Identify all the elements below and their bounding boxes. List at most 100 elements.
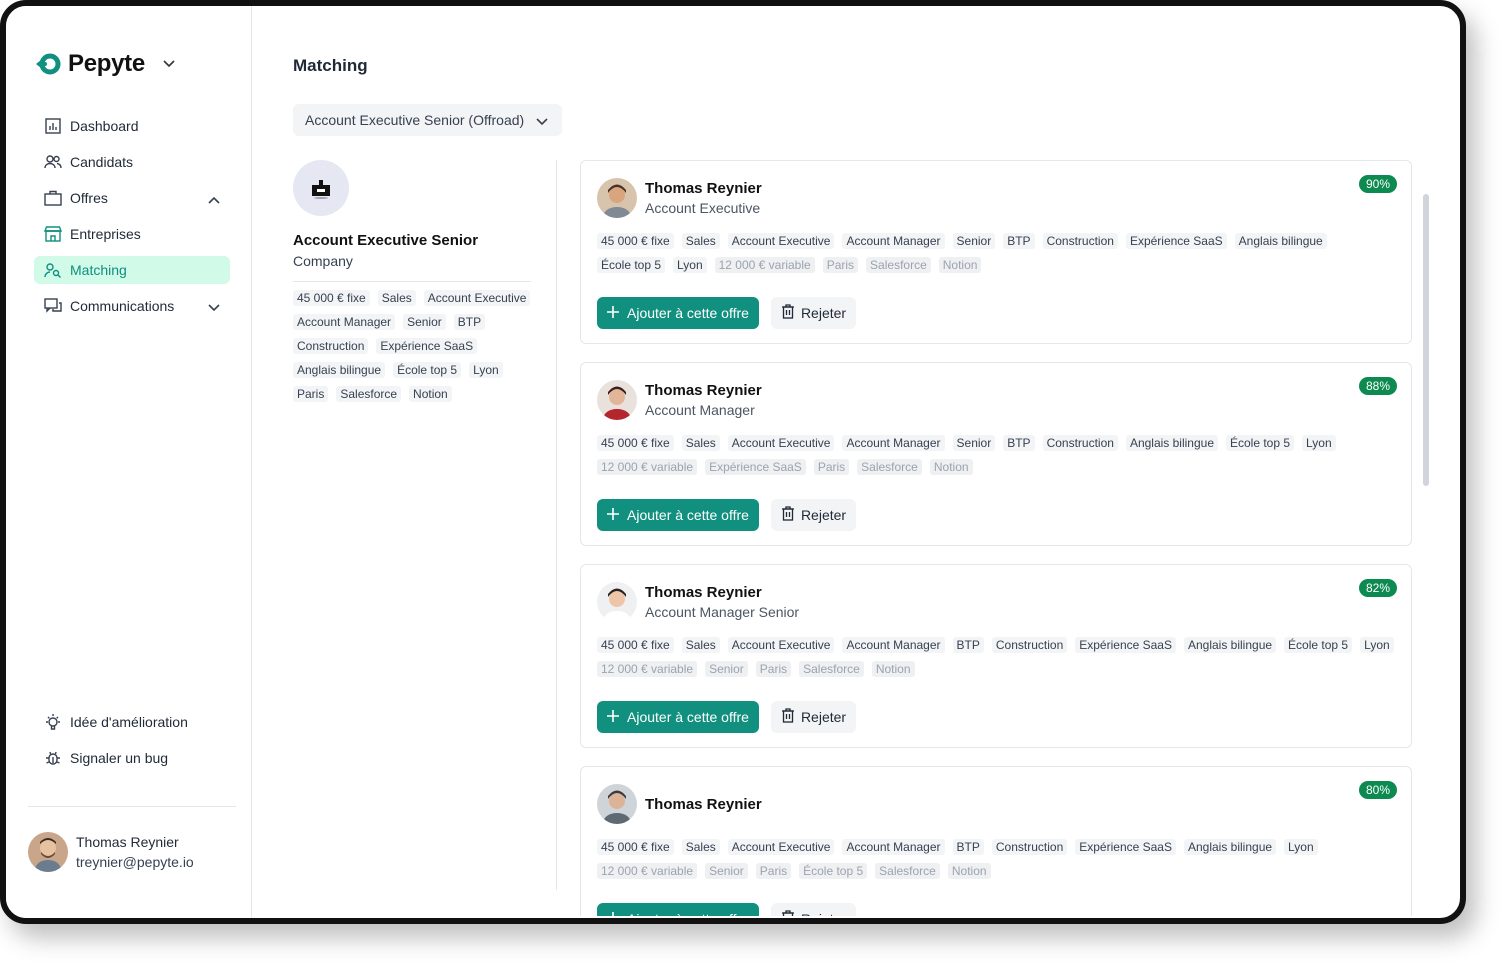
candidate-tag: Senior: [952, 435, 996, 451]
candidate-tag-missing: Notion: [871, 661, 915, 677]
plus-icon: [607, 911, 619, 916]
lightbulb-icon: [44, 713, 62, 731]
offer-tag: École top 5: [393, 362, 462, 378]
offer-tag: BTP: [453, 314, 486, 330]
candidate-tag-missing: Salesforce: [875, 863, 940, 879]
sidebar-item-report-bug[interactable]: Signaler un bug: [34, 744, 230, 772]
candidate-name[interactable]: Thomas Reynier: [645, 382, 762, 399]
add-to-offer-label: Ajouter à cette offre: [627, 911, 749, 916]
user-profile[interactable]: Thomas Reynier treynier@pepyte.io: [28, 832, 194, 872]
reject-button[interactable]: Rejeter: [770, 499, 857, 531]
candidate-list[interactable]: Thomas Reynier Account Executive 90% 45 000…: [580, 160, 1412, 916]
candidate-tag: BTP: [952, 839, 984, 855]
candidate-tag: Lyon: [1284, 839, 1318, 855]
match-score-badge: 90%: [1358, 175, 1397, 193]
plus-icon: [607, 709, 619, 725]
candidate-tag: Construction: [991, 637, 1068, 653]
candidate-tag: Account Manager: [842, 435, 945, 451]
candidate-tags: 45 000 € fixe Sales Account Executive Accou…: [597, 233, 1397, 273]
candidate-actions: Ajouter à cette offre Rejeter: [597, 903, 1395, 916]
candidate-tag: Account Manager: [842, 637, 945, 653]
candidate-role: Account Executive: [645, 200, 761, 216]
company-logo-icon: [293, 160, 349, 216]
offer-select-value: Account Executive Senior (Offroad): [305, 112, 525, 128]
candidate-tag: Sales: [681, 637, 720, 653]
candidate-tag: Anglais bilingue: [1183, 839, 1277, 855]
match-score-badge: 82%: [1358, 579, 1397, 597]
offer-summary: Account Executive Senior Company 45 000 …: [293, 160, 533, 402]
brand-switcher[interactable]: Pepyte: [34, 50, 175, 78]
reject-button[interactable]: Rejeter: [770, 297, 857, 329]
offer-tag: Account Manager: [293, 314, 396, 330]
candidate-tag: Lyon: [1302, 435, 1336, 451]
candidate-header: Thomas Reynier Account Executive: [597, 177, 1395, 219]
candidate-tag-missing: Expérience SaaS: [705, 459, 806, 475]
candidate-actions: Ajouter à cette offre Rejeter: [597, 297, 1395, 329]
candidate-tags: 45 000 € fixe Sales Account Executive Accou…: [597, 637, 1397, 677]
trash-icon: [781, 708, 795, 726]
column-divider: [556, 160, 557, 890]
candidate-tag: Construction: [991, 839, 1068, 855]
reject-label: Rejeter: [800, 709, 847, 725]
candidate-role: Account Manager Senior: [645, 604, 800, 620]
candidate-tag: 45 000 € fixe: [597, 435, 674, 451]
store-icon: [44, 225, 62, 243]
candidate-tag: BTP: [952, 637, 984, 653]
sidebar-item-dashboard[interactable]: Dashboard: [34, 112, 230, 140]
candidate-tag: Account Executive: [727, 839, 835, 855]
candidate-tag-missing: Salesforce: [866, 257, 931, 273]
candidate-tag-missing: 12 000 € variable: [597, 459, 698, 475]
secondary-nav: Idée d'amélioration Signaler un bug: [34, 708, 230, 780]
candidate-info: Thomas Reynier Account Manager: [645, 382, 762, 418]
brand-name: Pepyte: [68, 50, 145, 77]
sidebar: Pepyte Dashboard Candidats Offres Entrep…: [6, 6, 252, 918]
sidebar-item-entreprises[interactable]: Entreprises: [34, 220, 230, 248]
candidate-info: Thomas Reynier: [645, 796, 762, 813]
candidate-actions: Ajouter à cette offre Rejeter: [597, 499, 1395, 531]
add-to-offer-button[interactable]: Ajouter à cette offre: [597, 701, 759, 733]
candidate-card: Thomas Reynier Account Manager 88% 45 000 €…: [580, 362, 1412, 546]
add-to-offer-button[interactable]: Ajouter à cette offre: [597, 499, 759, 531]
offer-tag: Salesforce: [336, 386, 402, 402]
candidate-tag: BTP: [1003, 233, 1035, 249]
reject-button[interactable]: Rejeter: [770, 903, 857, 916]
briefcase-icon: [44, 189, 62, 207]
candidate-name[interactable]: Thomas Reynier: [645, 584, 799, 601]
candidate-tag-missing: Notion: [938, 257, 982, 273]
candidate-name[interactable]: Thomas Reynier: [645, 180, 762, 197]
add-to-offer-button[interactable]: Ajouter à cette offre: [597, 297, 759, 329]
offer-tag: Notion: [409, 386, 452, 402]
candidate-tags: 45 000 € fixe Sales Account Executive Accou…: [597, 839, 1397, 879]
sidebar-item-candidats[interactable]: Candidats: [34, 148, 230, 176]
sidebar-item-label: Matching: [70, 262, 127, 278]
candidate-name[interactable]: Thomas Reynier: [645, 796, 762, 813]
chat-icon: [44, 297, 62, 315]
offer-tag: 45 000 € fixe: [293, 290, 370, 306]
offer-tag: Lyon: [469, 362, 503, 378]
sidebar-item-label: Candidats: [70, 154, 134, 170]
sidebar-item-matching[interactable]: Matching: [34, 256, 230, 284]
reject-button[interactable]: Rejeter: [770, 701, 857, 733]
offer-select[interactable]: Account Executive Senior (Offroad): [293, 104, 562, 136]
offer-tags: 45 000 € fixe Sales Account Executive Accou…: [293, 290, 533, 402]
chevron-up-icon[interactable]: [208, 191, 220, 207]
candidate-tag-missing: Paris: [755, 863, 792, 879]
user-name: Thomas Reynier: [76, 834, 179, 850]
chevron-down-icon[interactable]: [208, 299, 220, 315]
offer-company: Company: [293, 253, 353, 269]
sidebar-item-offres[interactable]: Offres: [34, 184, 230, 212]
offer-tag: Paris: [293, 386, 329, 402]
candidate-tag: Account Executive: [727, 435, 835, 451]
candidate-card: Thomas Reynier 80% 45 000 € fixe Sales Accou…: [580, 766, 1412, 916]
trash-icon: [781, 304, 795, 322]
reject-label: Rejeter: [801, 911, 846, 916]
sidebar-item-communications[interactable]: Communications: [34, 292, 230, 320]
scrollbar[interactable]: [1423, 194, 1429, 486]
sidebar-divider: [28, 806, 236, 807]
candidate-tag-missing: Notion: [929, 459, 973, 475]
candidate-tag: Senior: [952, 233, 996, 249]
add-to-offer-button[interactable]: Ajouter à cette offre: [597, 903, 759, 916]
offer-tag: Senior: [403, 314, 446, 330]
sidebar-item-idea[interactable]: Idée d'amélioration: [34, 708, 230, 736]
candidate-tag: Anglais bilingue: [1183, 637, 1277, 653]
